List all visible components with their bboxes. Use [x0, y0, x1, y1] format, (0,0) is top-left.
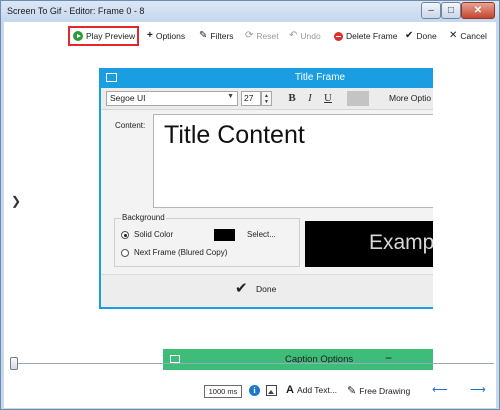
window-title: Screen To Gif - Editor: Frame 0 - 8 [7, 6, 145, 16]
spin-down-icon[interactable]: ▼ [262, 99, 271, 105]
next-frame-label: Next Frame (Blured Copy) [134, 248, 228, 257]
check-icon: ✔ [405, 30, 414, 41]
editor-toolbar: Play Preview + Options ✎ Filters ⟳ Reset… [4, 22, 496, 50]
more-options-button[interactable]: More Optio [389, 93, 431, 103]
options-label: Options [155, 31, 186, 41]
font-size-spinner[interactable]: ▲ ▼ [261, 91, 272, 106]
title-frame-done-button[interactable]: Done [256, 284, 276, 294]
font-size-input[interactable]: 27 [241, 91, 261, 106]
done-toolbar-button[interactable]: ✔ Done [405, 26, 437, 46]
delete-frame-button[interactable]: Delete Frame [334, 26, 398, 46]
done-toolbar-label: Done [416, 31, 437, 41]
font-family-select[interactable]: Segoe UI ▼ [106, 91, 238, 106]
title-frame-body: Segoe UI ▼ 27 ▲ ▼ B I U More Optio Conte… [101, 88, 433, 307]
brush-icon: ✎ [199, 30, 208, 41]
close-button[interactable]: ✕ [461, 2, 495, 19]
next-frame-icon[interactable]: ⟶ [470, 383, 486, 396]
minimize-button[interactable]: – [421, 2, 441, 19]
reset-button[interactable]: ⟳ Reset [245, 26, 279, 46]
content-text: Title Content [164, 121, 305, 149]
caption-options-header[interactable]: Caption Options − [163, 349, 433, 370]
frame-slider-track[interactable] [14, 363, 494, 364]
font-toolbar: Segoe UI ▼ 27 ▲ ▼ B I U More Optio [101, 88, 433, 110]
solid-color-label: Solid Color [134, 230, 174, 239]
solid-color-radio[interactable] [121, 231, 129, 239]
undo-button[interactable]: ↶ Undo [289, 26, 321, 46]
background-group: Background Solid Color Select... Next Fr… [114, 213, 300, 267]
bottom-bar: 1000 ms i A Add Text... ✎ Free Drawing ⟵… [4, 380, 496, 408]
select-color-button[interactable]: Select... [247, 230, 276, 239]
background-label: Background [121, 213, 166, 222]
bold-button[interactable]: B [284, 91, 300, 106]
add-text-label: Add Text... [296, 385, 337, 395]
editor-window: Screen To Gif - Editor: Frame 0 - 8 – □ … [0, 0, 500, 410]
underline-button[interactable]: U [320, 91, 336, 106]
options-button[interactable]: + Options [147, 26, 185, 46]
previous-frame-icon[interactable]: ⟵ [432, 383, 448, 396]
play-preview-button[interactable]: Play Preview [68, 26, 139, 46]
font-family-value: Segoe UI [110, 93, 146, 103]
editor-client-area: Play Preview + Options ✎ Filters ⟳ Reset… [4, 22, 496, 408]
add-text-button[interactable]: A Add Text... [286, 384, 337, 396]
cancel-button[interactable]: ✕ Cancel [449, 26, 487, 46]
reset-icon: ⟳ [245, 30, 254, 41]
filters-button[interactable]: ✎ Filters [199, 26, 234, 46]
maximize-button[interactable]: □ [441, 2, 461, 19]
delete-icon [334, 31, 343, 41]
text-icon: A [286, 384, 294, 396]
font-color-swatch[interactable] [347, 91, 369, 106]
pen-icon: ✎ [347, 385, 357, 397]
free-drawing-button[interactable]: ✎ Free Drawing [347, 384, 410, 397]
frame-canvas: Title Frame Segoe UI ▼ 27 ▲ ▼ B I U More… [87, 64, 433, 370]
done-check-icon[interactable]: ✔ [235, 279, 248, 297]
italic-button[interactable]: I [302, 91, 318, 106]
plus-icon: + [147, 30, 153, 41]
frame-slider-thumb[interactable] [10, 357, 18, 370]
previous-panel-arrow-icon[interactable]: ❯ [11, 194, 21, 208]
undo-label: Undo [300, 31, 321, 41]
image-icon[interactable] [266, 385, 277, 396]
info-icon[interactable]: i [249, 385, 260, 396]
reset-label: Reset [256, 31, 279, 41]
title-frame-dialog: Title Frame Segoe UI ▼ 27 ▲ ▼ B I U More… [99, 68, 433, 309]
delete-frame-label: Delete Frame [346, 31, 398, 41]
example-text: Examp [369, 231, 433, 254]
close-icon: ✕ [473, 5, 483, 16]
maximize-icon: □ [447, 5, 455, 16]
monitor-icon [170, 355, 180, 363]
undo-icon: ↶ [289, 30, 298, 41]
content-textbox[interactable]: Title Content [153, 114, 433, 208]
free-drawing-label: Free Drawing [359, 385, 411, 396]
title-frame-title: Title Frame [294, 72, 346, 83]
filters-label: Filters [210, 31, 234, 41]
minimize-icon: – [428, 5, 434, 16]
next-frame-radio[interactable] [121, 249, 129, 257]
title-frame-done-row: ✔ Done [101, 274, 433, 307]
delay-input[interactable]: 1000 ms [204, 385, 242, 398]
content-label: Content: [115, 121, 146, 130]
example-preview: Examp [305, 221, 433, 267]
chevron-down-icon: ▼ [227, 93, 234, 100]
play-preview-label: Play Preview [86, 31, 136, 41]
cancel-label: Cancel [460, 31, 487, 41]
x-icon: ✕ [449, 30, 458, 41]
background-color-swatch[interactable] [214, 229, 235, 241]
title-frame-header: Title Frame [99, 68, 433, 88]
play-icon [73, 31, 83, 41]
title-bar: Screen To Gif - Editor: Frame 0 - 8 – □ … [1, 1, 499, 21]
